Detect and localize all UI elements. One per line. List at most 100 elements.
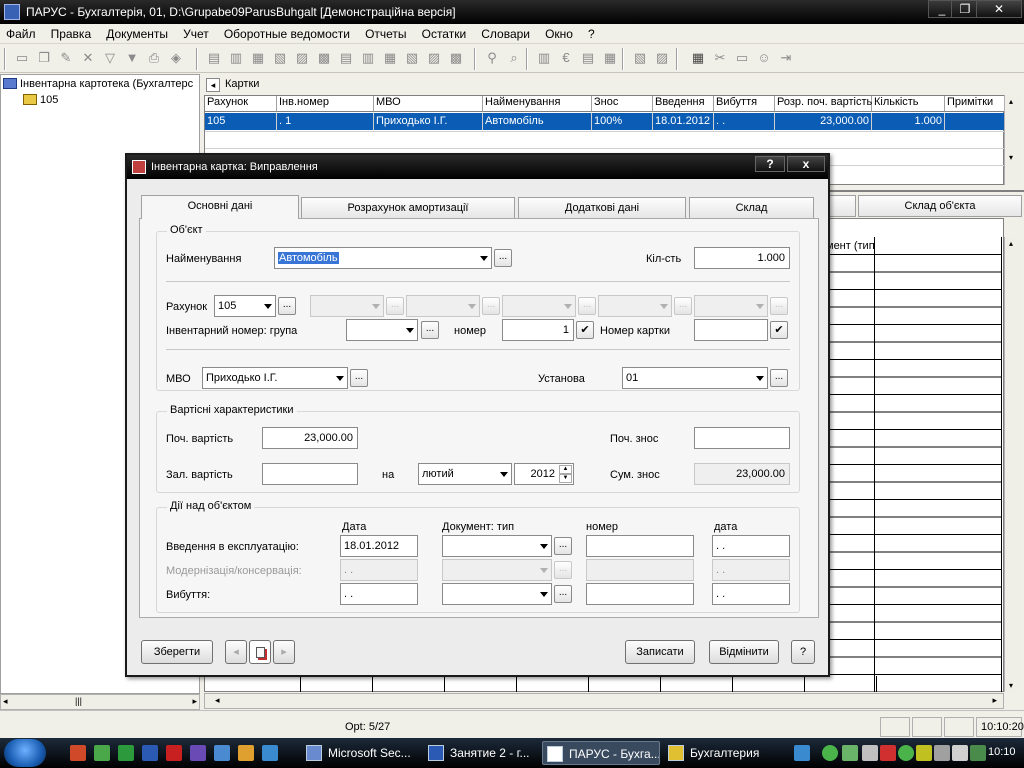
card-no-field[interactable] [694,319,768,341]
number-confirm-button[interactable]: ✔ [576,321,594,339]
save-button[interactable]: Зберегти [141,640,213,664]
cell-account[interactable]: 105 [205,113,277,130]
tray-icon[interactable] [842,745,858,761]
disposal-doc-date-field[interactable]: . . [712,583,790,605]
binoculars-icon[interactable]: ⚲ [484,50,500,66]
dialog-help-button[interactable]: ? [755,156,785,172]
opera-icon[interactable] [166,745,182,761]
menu-dictionaries[interactable]: Словари [475,24,536,41]
search-doc-icon[interactable]: ⌕ [506,50,522,66]
doc6-icon[interactable]: ▩ [316,50,332,66]
menu-help[interactable]: ? [582,24,601,41]
disposal-doc-type-combobox[interactable] [442,583,552,605]
menu-turnover[interactable]: Оборотные ведомости [218,24,356,41]
col-header-qty[interactable]: Кількість [872,96,945,112]
composition-vscrollbar[interactable]: ▴ ▾ [1004,237,1020,692]
write-button[interactable]: Записати [625,640,695,664]
spin-up-icon[interactable]: ▲ [559,465,572,474]
col-header-account[interactable]: Рахунок [205,96,277,112]
commission-date-field[interactable]: 18.01.2012 [340,535,418,557]
doc4-icon[interactable]: ▧ [272,50,288,66]
ledger-icon[interactable]: ▤ [580,50,596,66]
dialog-close-button[interactable]: x [787,156,825,172]
card-no-confirm-button[interactable]: ✔ [770,321,788,339]
col-header-name[interactable]: Найменування [483,96,592,112]
inv-group-combobox[interactable] [346,319,418,341]
cell-mvo[interactable]: Приходько І.Г. [374,113,483,130]
disposal-doc-num-field[interactable] [586,583,694,605]
col-header-notes[interactable]: Примітки [945,96,1005,112]
account-combobox[interactable]: 105 [214,295,276,317]
package-icon[interactable]: ◈ [168,50,184,66]
delete-icon[interactable]: ✕ [80,50,96,66]
tree-root[interactable]: Інвентарна картотека (Бухгалтерс [3,78,193,90]
cell-disposal[interactable]: . . [714,113,775,130]
help-button[interactable]: ? [791,640,815,664]
tray-icon[interactable] [916,745,932,761]
qty-field[interactable]: 1.000 [694,247,790,269]
col-header-wear[interactable]: Знос [592,96,653,112]
quicklaunch-icon[interactable] [190,745,206,761]
tray-icon[interactable] [880,745,896,761]
battery-icon[interactable] [970,745,986,761]
doc-record-icon[interactable] [249,640,271,664]
doc12-icon[interactable]: ▩ [448,50,464,66]
mvo-combobox[interactable]: Приходько І.Г. [202,367,348,389]
excel-icon[interactable] [118,745,134,761]
maximize-button[interactable]: ❐ [951,0,979,18]
menu-edit[interactable]: Правка [45,24,98,41]
name-lookup-button[interactable]: ... [494,249,512,267]
edit-icon[interactable]: ✎ [58,50,74,66]
doc10-icon[interactable]: ▧ [404,50,420,66]
col-header-init-cost[interactable]: Розр. поч. вартість [775,96,872,112]
taskbar-item-security[interactable]: Microsoft Sec... [302,741,420,765]
doc7-icon[interactable]: ▤ [338,50,354,66]
new-icon[interactable]: ▭ [14,50,30,66]
tab-main-data[interactable]: Основні дані [141,195,299,219]
quicklaunch-icon[interactable] [214,745,230,761]
col-header-commission[interactable]: Введення [653,96,714,112]
cell-notes[interactable] [945,113,1005,130]
user-icon[interactable]: ☺ [756,50,772,66]
institution-combobox[interactable]: 01 [622,367,768,389]
cancel-button[interactable]: Відмінити [709,640,779,664]
cards-vscrollbar[interactable]: ▴ ▾ [1004,95,1020,185]
filter-icon[interactable]: ▽ [102,50,118,66]
commission-doc-num-field[interactable] [586,535,694,557]
name-combobox[interactable]: Автомобіль [274,247,492,269]
word-icon[interactable] [142,745,158,761]
filter-off-icon[interactable]: ▼ [124,50,140,66]
calculator-icon[interactable]: ▦ [690,50,706,66]
tree-node-105[interactable]: 105 [23,94,58,106]
year-spinner[interactable]: 2012 ▲ ▼ [514,463,574,485]
disposal-date-field[interactable]: . . [340,583,418,605]
stack-icon[interactable]: ▥ [536,50,552,66]
menu-window[interactable]: Окно [539,24,579,41]
folder-icon[interactable] [238,745,254,761]
month-combobox[interactable]: лютий [418,463,512,485]
menu-documents[interactable]: Документы [100,24,174,41]
inv-group-lookup-button[interactable]: ... [421,321,439,339]
account-lookup-button[interactable]: ... [278,297,296,315]
doc2-icon[interactable]: ▥ [228,50,244,66]
network-icon[interactable] [934,745,950,761]
doc9-icon[interactable]: ▦ [382,50,398,66]
language-icon[interactable] [794,745,810,761]
volume-icon[interactable] [952,745,968,761]
tools-icon[interactable]: ✂ [712,50,728,66]
tree-hscrollbar[interactable]: ◂ ||| ▸ [0,694,200,710]
commission-doc-type-combobox[interactable] [442,535,552,557]
tab-object-composition[interactable]: Склад об'єкта [858,195,1022,217]
tab-additional[interactable]: Додаткові дані [518,197,686,219]
doc5-icon[interactable]: ▨ [294,50,310,66]
currency-icon[interactable]: € [558,50,574,66]
composition-hscrollbar[interactable]: ◂ ▸ [204,693,1004,709]
tray-icon[interactable] [898,745,914,761]
taskbar-item-buhgalteria[interactable]: Бухгалтерия [664,741,782,765]
col-header-inv-number[interactable]: Інв.номер [277,96,374,112]
tray-icon[interactable] [822,745,838,761]
mvo-lookup-button[interactable]: ... [350,369,368,387]
collapse-left-icon[interactable]: ◂ [206,78,220,92]
cell-name[interactable]: Автомобіль [483,113,592,130]
doc1-icon[interactable]: ▤ [206,50,222,66]
